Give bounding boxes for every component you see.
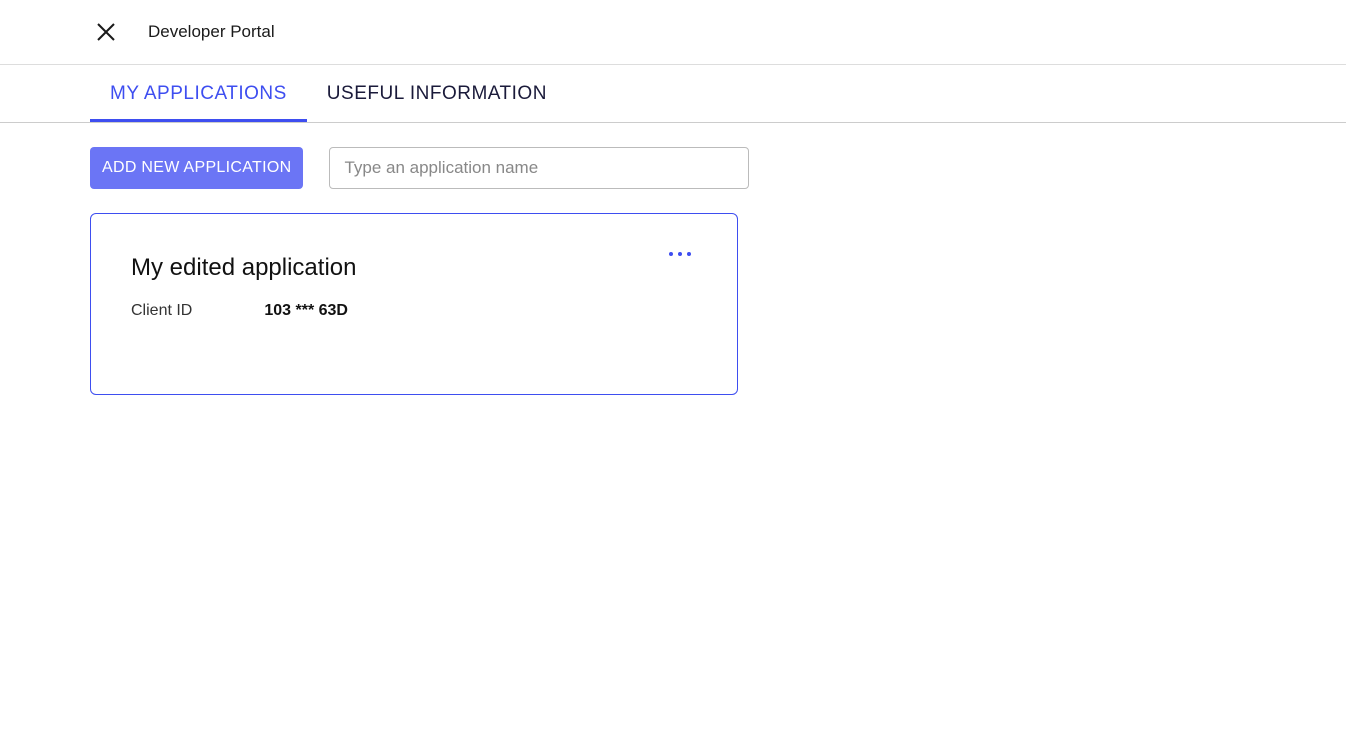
search-input[interactable] [329,147,749,189]
toolbar: ADD NEW APPLICATION [0,123,1346,189]
client-id-row: Client ID 103 *** 63D [131,302,697,320]
application-name: My edited application [131,254,697,282]
tab-useful-information[interactable]: USEFUL INFORMATION [307,65,567,122]
client-id-value: 103 *** 63D [264,302,348,320]
add-new-application-button[interactable]: ADD NEW APPLICATION [90,147,303,189]
page-title: Developer Portal [148,22,275,42]
close-icon[interactable] [96,22,116,42]
more-icon[interactable] [669,252,691,256]
tab-my-applications[interactable]: MY APPLICATIONS [90,65,307,122]
application-list: My edited application Client ID 103 *** … [0,189,1346,395]
tabs: MY APPLICATIONS USEFUL INFORMATION [0,65,1346,123]
client-id-label: Client ID [131,302,192,320]
header: Developer Portal [0,0,1346,65]
application-card[interactable]: My edited application Client ID 103 *** … [90,213,738,395]
